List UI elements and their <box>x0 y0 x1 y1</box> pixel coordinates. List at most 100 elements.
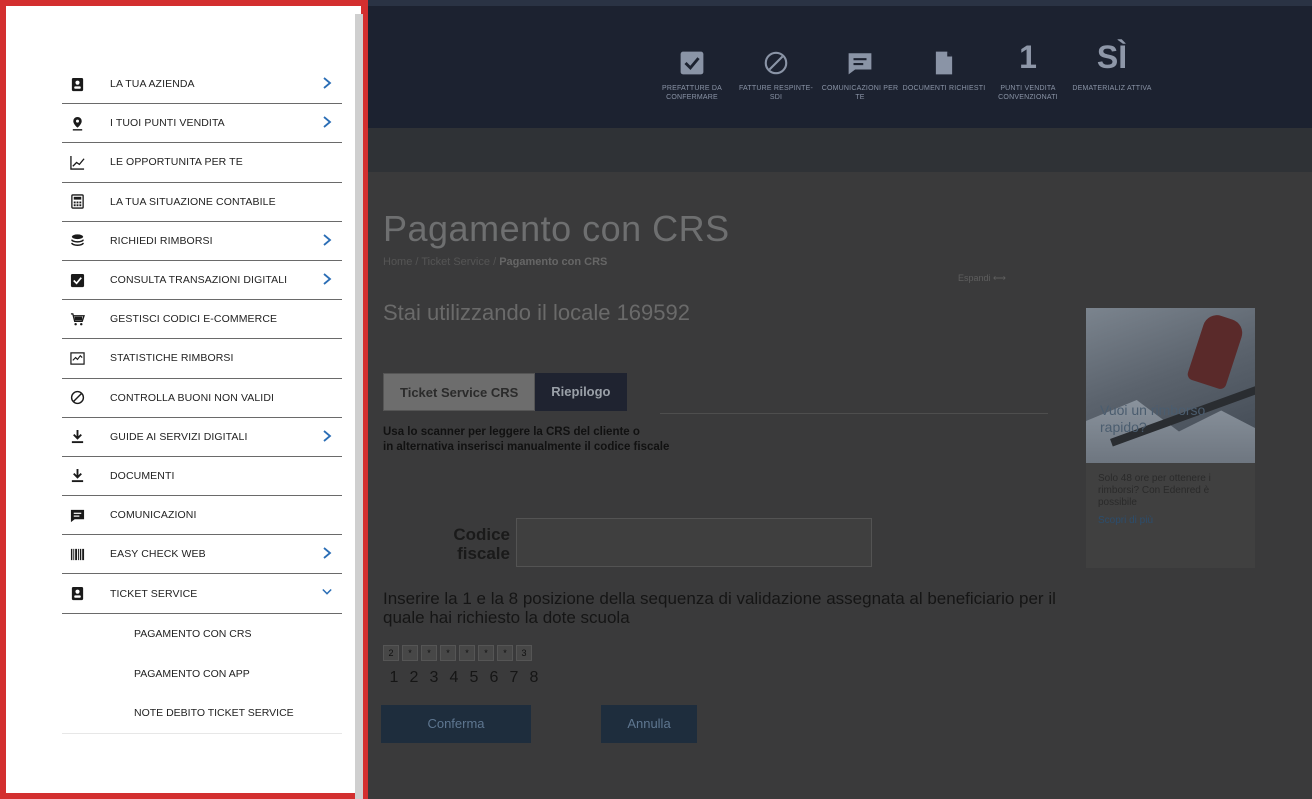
expand-toggle[interactable]: Espandi ⟷ <box>958 273 1006 284</box>
sidebar-item-richiedi-rimborsi[interactable]: RICHIEDI RIMBORSI <box>62 222 342 261</box>
header-stat[interactable]: DOCUMENTI RICHIESTI <box>902 40 986 102</box>
breadcrumb-section[interactable]: Ticket Service <box>421 256 490 268</box>
sidebar-item-label: I TUOI PUNTI VENDITA <box>110 117 225 130</box>
checkbox-icon <box>650 40 734 76</box>
sequence-box: * <box>402 645 418 661</box>
cart-icon <box>66 310 88 328</box>
sidebar-item-i-tuoi-punti-vendita[interactable]: I TUOI PUNTI VENDITA <box>62 104 342 144</box>
expand-label: Espandi <box>958 273 991 283</box>
promo-card[interactable]: Vuoi un rimborso rapido? Solo 48 ore per… <box>1086 308 1255 568</box>
sidebar-item-ticket-service[interactable]: TICKET SERVICE <box>62 574 342 614</box>
sidebar-subitem[interactable]: PAGAMENTO CON CRS <box>62 614 342 654</box>
calculator-icon <box>66 193 88 211</box>
sidebar-item-label: EASY CHECK WEB <box>110 548 206 561</box>
tab-bar: Ticket Service CRS Riepilogo <box>383 373 627 411</box>
promo-link[interactable]: Scopri di più <box>1086 509 1255 532</box>
forbidden-icon <box>66 389 88 407</box>
sequence-box: * <box>459 645 475 661</box>
sidebar-item-le-opportunita-per-te[interactable]: LE OPPORTUNITA PER TE <box>62 143 342 183</box>
sidebar-item-controlla-buoni-non-validi[interactable]: CONTROLLA BUONI NON VALIDI <box>62 379 342 418</box>
stats-icon <box>66 349 88 367</box>
chevron-right-icon[interactable] <box>322 233 334 247</box>
sidebar-item-guide-ai-servizi-digitali[interactable]: GUIDE AI SERVIZI DIGITALI <box>62 418 342 457</box>
tab-divider <box>660 413 1048 414</box>
location-pin-icon <box>66 114 88 132</box>
breadcrumb-separator: / <box>493 256 497 268</box>
sequence-box: * <box>421 645 437 661</box>
chevron-right-icon[interactable] <box>322 429 334 443</box>
sidebar-item-gestisci-codici-e-commerce[interactable]: GESTISCI CODICI E-COMMERCE <box>62 300 342 340</box>
sidebar-subitem[interactable]: NOTE DEBITO TICKET SERVICE <box>62 694 342 734</box>
sequence-box: 2 <box>383 645 399 661</box>
header-stat[interactable]: 1 PUNTI VENDITA CONVENZIONATI <box>986 40 1070 102</box>
confirm-button[interactable]: Conferma <box>381 705 531 743</box>
document-icon <box>902 40 986 76</box>
sequence-position: 3 <box>429 669 439 686</box>
header-stat[interactable]: SÌ DEMATERIALIZ ATTIVA <box>1070 40 1154 102</box>
header-stat[interactable]: COMUNICAZIONI PER TE <box>818 40 902 102</box>
sidebar-item-la-tua-azienda[interactable]: LA TUA AZIENDA <box>62 65 342 105</box>
breadcrumb-current: Pagamento con CRS <box>499 256 608 268</box>
chevron-right-icon[interactable] <box>322 115 334 129</box>
chat-icon <box>818 40 902 76</box>
sidebar-edge <box>355 14 363 799</box>
sidebar-item-label: GESTISCI CODICI E-COMMERCE <box>110 313 278 326</box>
stat-label: DEMATERIALIZ ATTIVA <box>1072 85 1152 92</box>
stat-label: PREFATTURE DA CONFERMARE <box>661 85 723 101</box>
stat-label: PUNTI VENDITA CONVENZIONATI <box>998 85 1058 101</box>
sidebar-item-label: RICHIEDI RIMBORSI <box>110 234 213 247</box>
sequence-position: 1 <box>389 669 399 686</box>
breadcrumb-home[interactable]: Home <box>383 256 412 268</box>
skier-shape <box>1186 311 1246 391</box>
badge-icon <box>66 585 88 603</box>
sequence-position: 2 <box>409 669 419 686</box>
sidebar-item-consulta-transazioni-digitali[interactable]: CONSULTA TRANSAZIONI DIGITALI <box>62 261 342 301</box>
sidebar-item-easy-check-web[interactable]: EASY CHECK WEB <box>62 535 342 575</box>
stat-label: COMUNICAZIONI PER TE <box>821 85 899 101</box>
coins-icon <box>66 232 88 250</box>
chat-icon <box>66 506 88 524</box>
stat-label: DOCUMENTI RICHIESTI <box>902 85 986 92</box>
sidebar-menu: LA TUA AZIENDA I TUOI PUNTI VENDITA LE OPP… <box>0 0 368 799</box>
breadcrumb-separator: / <box>415 256 419 268</box>
cancel-button[interactable]: Annulla <box>601 705 697 743</box>
trend-chart-icon <box>66 153 88 171</box>
sidebar-item-label: LE OPPORTUNITA PER TE <box>110 156 243 169</box>
hint-line-2: in alternativa inserisci manualmente il … <box>383 441 670 453</box>
sidebar-item-documenti[interactable]: DOCUMENTI <box>62 457 342 497</box>
sidebar-item-statistiche-rimborsi[interactable]: STATISTICHE RIMBORSI <box>62 339 342 379</box>
tab-ticket-service-crs[interactable]: Ticket Service CRS <box>383 373 536 411</box>
badge-icon <box>66 75 88 93</box>
sequence-position: 8 <box>529 669 539 686</box>
sequence-positions: 12345678 <box>388 669 540 687</box>
promo-image: Vuoi un rimborso rapido? <box>1086 308 1255 463</box>
sidebar-item-label: GUIDE AI SERVIZI DIGITALI <box>110 430 248 443</box>
sidebar-item-label: LA TUA AZIENDA <box>110 78 195 91</box>
codice-fiscale-input[interactable] <box>516 518 872 567</box>
tab-riepilogo[interactable]: Riepilogo <box>535 373 627 411</box>
sidebar-item-label: DOCUMENTI <box>110 469 175 482</box>
download-icon <box>66 428 88 446</box>
validation-sequence: 2 * * * * * * 3 <box>383 645 532 661</box>
chevron-right-icon[interactable] <box>322 546 334 560</box>
sidebar-item-comunicazioni[interactable]: COMUNICAZIONI <box>62 496 342 536</box>
sidebar-subitem[interactable]: PAGAMENTO CON APP <box>62 654 342 694</box>
stat-value: SÌ <box>1096 39 1128 75</box>
header-stat[interactable]: FATTURE RESPINTE-SDI <box>734 40 818 102</box>
sidebar-item-label: CONSULTA TRANSAZIONI DIGITALI <box>110 274 288 287</box>
hint-line-1: Usa lo scanner per leggere la CRS del cl… <box>383 426 640 438</box>
sequence-box: * <box>478 645 494 661</box>
stat-value: 1 <box>1019 39 1037 75</box>
sequence-box: 3 <box>516 645 532 661</box>
chevron-right-icon[interactable] <box>322 272 334 286</box>
sequence-instructions: Inserire la 1 e la 8 posizione della seq… <box>383 589 1056 627</box>
header-stat[interactable]: PREFATTURE DA CONFERMARE <box>650 40 734 102</box>
expand-arrows-icon: ⟷ <box>993 273 1006 283</box>
sequence-position: 4 <box>449 669 459 686</box>
promo-text: Solo 48 ore per ottenere i rimborsi? Con… <box>1098 473 1211 508</box>
chevron-right-icon[interactable] <box>322 76 334 90</box>
chevron-down-icon[interactable] <box>322 585 334 599</box>
sidebar-item-la-tua-situazione-contabile[interactable]: LA TUA SITUAZIONE CONTABILE <box>62 183 342 222</box>
sequence-position: 5 <box>469 669 479 686</box>
checkbox-icon <box>66 271 88 289</box>
